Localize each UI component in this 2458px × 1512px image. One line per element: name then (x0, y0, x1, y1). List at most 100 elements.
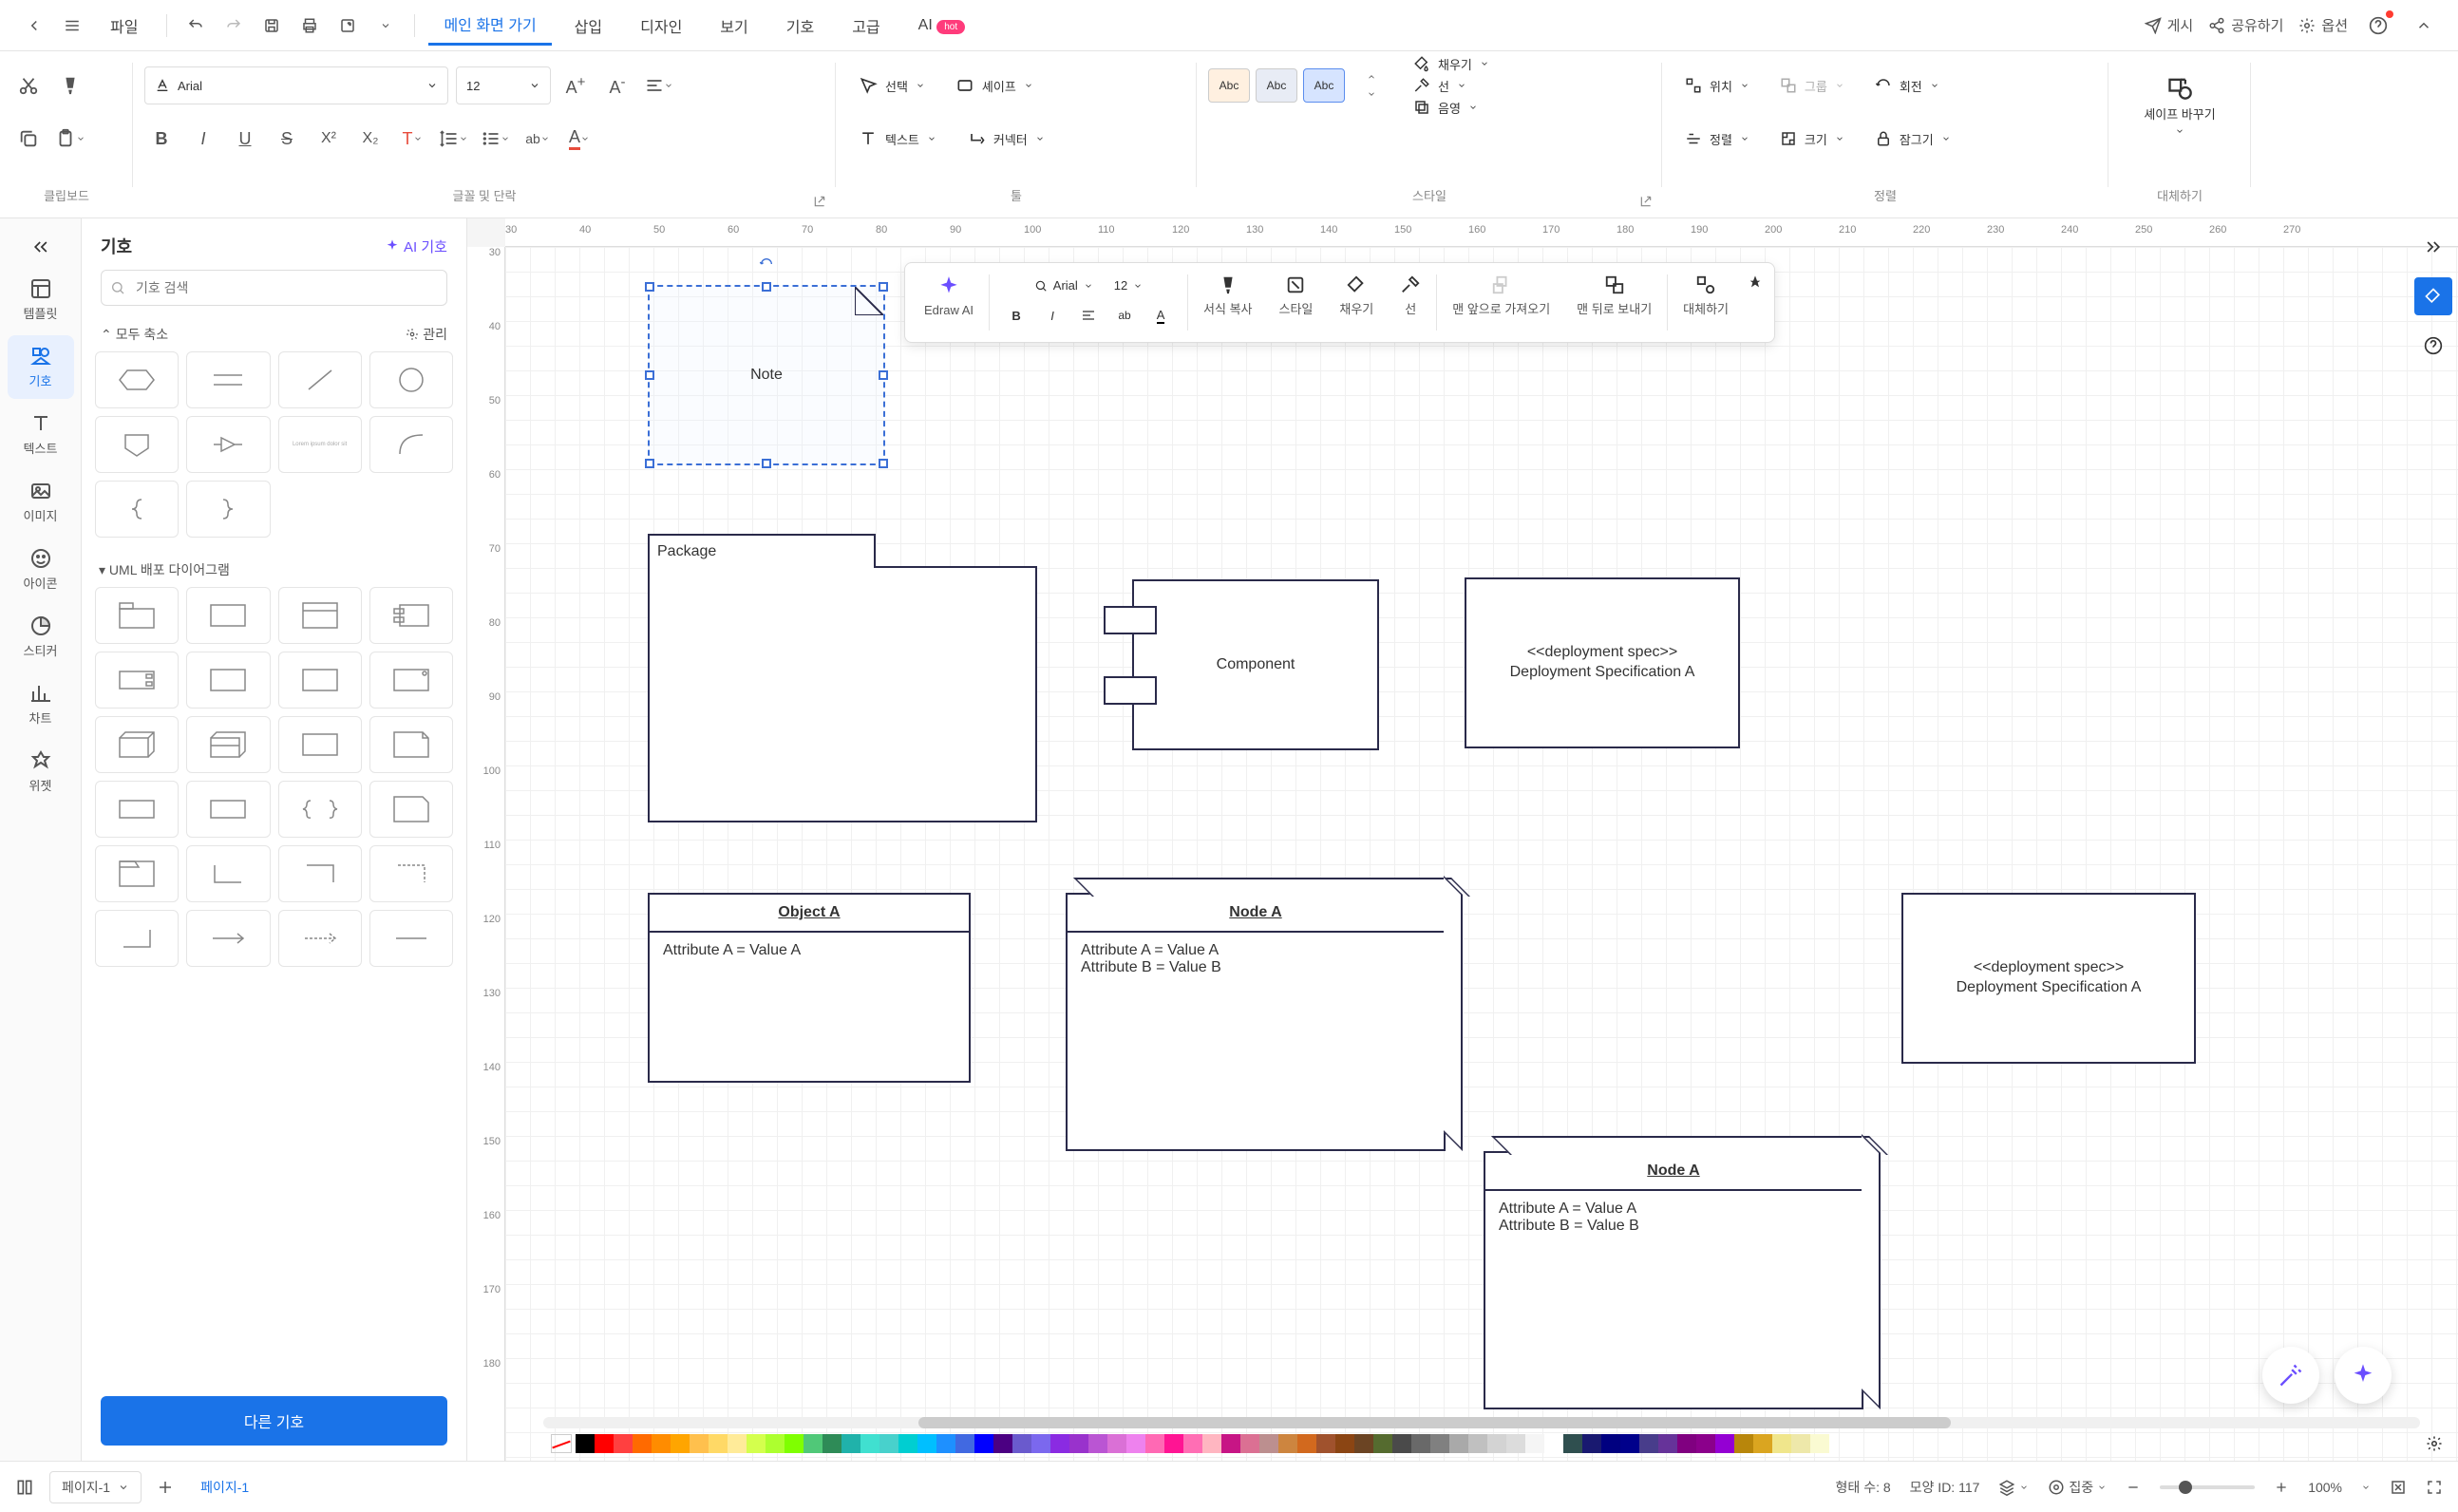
color-swatch[interactable] (1240, 1434, 1259, 1453)
fill-button[interactable]: 채우기 (1406, 53, 1497, 75)
shape-package[interactable]: Package (648, 566, 1037, 822)
color-swatch[interactable] (1183, 1434, 1202, 1453)
symbol-object-attrs[interactable] (278, 587, 362, 644)
color-swatch[interactable] (1753, 1434, 1772, 1453)
symbol-search-input[interactable] (101, 270, 447, 306)
color-swatch[interactable] (595, 1434, 614, 1453)
symbol-stereotype[interactable] (186, 652, 270, 709)
color-swatch[interactable] (1297, 1434, 1316, 1453)
shape-component[interactable]: Component (1132, 579, 1379, 750)
color-swatch[interactable] (1126, 1434, 1145, 1453)
resize-handle[interactable] (645, 282, 654, 292)
theme-next-icon[interactable] (1354, 86, 1389, 102)
symbol-angle[interactable] (278, 351, 362, 408)
symbol-rect-2[interactable] (186, 781, 270, 838)
shape-tool-button[interactable]: 셰이프 (944, 70, 1045, 101)
color-swatch[interactable] (936, 1434, 955, 1453)
color-swatch[interactable] (1354, 1434, 1373, 1453)
color-swatch[interactable] (1221, 1434, 1240, 1453)
share-button[interactable]: 공유하기 (2208, 15, 2283, 35)
color-swatch[interactable] (1715, 1434, 1734, 1453)
theme-prev-icon[interactable] (1354, 69, 1389, 85)
color-swatch[interactable] (671, 1434, 690, 1453)
bullet-list-icon[interactable] (479, 122, 513, 156)
ai-sparkle-fab[interactable] (2335, 1347, 2392, 1404)
symbol-corner-3[interactable] (95, 910, 179, 967)
strikethrough-icon[interactable]: S (270, 122, 304, 156)
float-fill-button[interactable]: 채우기 (1328, 271, 1385, 334)
symbol-line[interactable] (369, 910, 453, 967)
color-swatch[interactable] (1278, 1434, 1297, 1453)
no-fill-swatch[interactable] (551, 1434, 572, 1453)
color-swatch[interactable] (1069, 1434, 1088, 1453)
symbol-stereotype-2[interactable] (278, 652, 362, 709)
color-swatch[interactable] (1335, 1434, 1354, 1453)
symbol-group-uml[interactable]: ▾ UML 배포 다이어그램 (95, 553, 453, 587)
color-swatch[interactable] (766, 1434, 785, 1453)
color-swatch[interactable] (1449, 1434, 1468, 1453)
collapse-ribbon-icon[interactable] (2409, 10, 2439, 41)
tab-ai[interactable]: AI hot (903, 9, 980, 42)
color-swatch[interactable] (1373, 1434, 1392, 1453)
symbol-package[interactable] (95, 587, 179, 644)
color-swatch[interactable] (1050, 1434, 1069, 1453)
cut-icon[interactable] (11, 68, 46, 103)
symbol-lines[interactable] (186, 351, 270, 408)
color-swatch[interactable] (633, 1434, 652, 1453)
color-swatch[interactable] (1544, 1434, 1563, 1453)
resize-handle[interactable] (645, 370, 654, 380)
align-dropdown-icon[interactable] (642, 68, 676, 103)
style-dialog-launcher-icon[interactable] (1639, 195, 1654, 210)
zoom-slider[interactable] (2160, 1485, 2255, 1489)
float-italic-icon[interactable]: I (1037, 300, 1068, 331)
color-swatch[interactable] (917, 1434, 936, 1453)
color-settings-icon[interactable] (2418, 1435, 2450, 1452)
format-pane-icon[interactable] (2414, 277, 2452, 315)
color-swatch[interactable] (1487, 1434, 1506, 1453)
back-icon[interactable] (19, 10, 49, 41)
manage-button[interactable]: 관리 (406, 325, 447, 344)
edraw-ai-button[interactable]: Edraw AI (913, 271, 985, 334)
color-swatch[interactable] (652, 1434, 671, 1453)
tab-design[interactable]: 디자인 (625, 7, 697, 45)
shape-note[interactable]: Note (648, 285, 885, 465)
color-swatch[interactable] (1088, 1434, 1107, 1453)
color-swatch[interactable] (1620, 1434, 1639, 1453)
help-right-icon[interactable] (2414, 327, 2452, 365)
increase-font-icon[interactable]: A+ (558, 68, 593, 103)
color-swatch[interactable] (614, 1434, 633, 1453)
symbol-brace-right[interactable] (186, 481, 270, 538)
color-swatch[interactable] (1392, 1434, 1411, 1453)
color-swatch[interactable] (822, 1434, 841, 1453)
color-swatch[interactable] (898, 1434, 917, 1453)
symbol-note[interactable] (369, 716, 453, 773)
color-swatch[interactable] (1202, 1434, 1221, 1453)
color-swatch[interactable] (955, 1434, 974, 1453)
color-swatch[interactable] (1468, 1434, 1487, 1453)
symbol-object[interactable] (186, 587, 270, 644)
text-tool-button[interactable]: 텍스트 (847, 123, 948, 154)
float-align-icon[interactable] (1073, 300, 1104, 331)
redo-icon[interactable] (218, 10, 249, 41)
color-swatch[interactable] (1639, 1434, 1658, 1453)
bold-icon[interactable]: B (144, 122, 179, 156)
theme-swatch-2[interactable]: Abc (1256, 68, 1297, 103)
nav-templates[interactable]: 템플릿 (8, 268, 74, 331)
float-line-button[interactable]: 선 (1389, 271, 1432, 334)
align-button[interactable]: 정렬 (1673, 124, 1761, 154)
color-swatch[interactable] (879, 1434, 898, 1453)
rotate-handle-icon[interactable] (759, 256, 774, 272)
symbol-brace-left[interactable] (95, 481, 179, 538)
collapse-all-button[interactable]: ⌃ 모두 축소 (101, 325, 168, 344)
shape-change-button[interactable]: 셰이프 바꾸기 (2120, 59, 2240, 136)
shape-node-a-2[interactable]: Node A Attribute A = Value A Attribute B… (1484, 1151, 1863, 1409)
symbol-depspec[interactable] (278, 716, 362, 773)
color-swatch[interactable] (1696, 1434, 1715, 1453)
color-swatch[interactable] (690, 1434, 709, 1453)
symbol-arrow[interactable] (186, 910, 270, 967)
font-color-icon[interactable]: A (562, 122, 596, 156)
shape-node-a[interactable]: Node A Attribute A = Value A Attribute B… (1066, 893, 1446, 1151)
zoom-level[interactable]: 100% (2308, 1480, 2342, 1495)
color-swatch[interactable] (1601, 1434, 1620, 1453)
color-swatch[interactable] (747, 1434, 766, 1453)
